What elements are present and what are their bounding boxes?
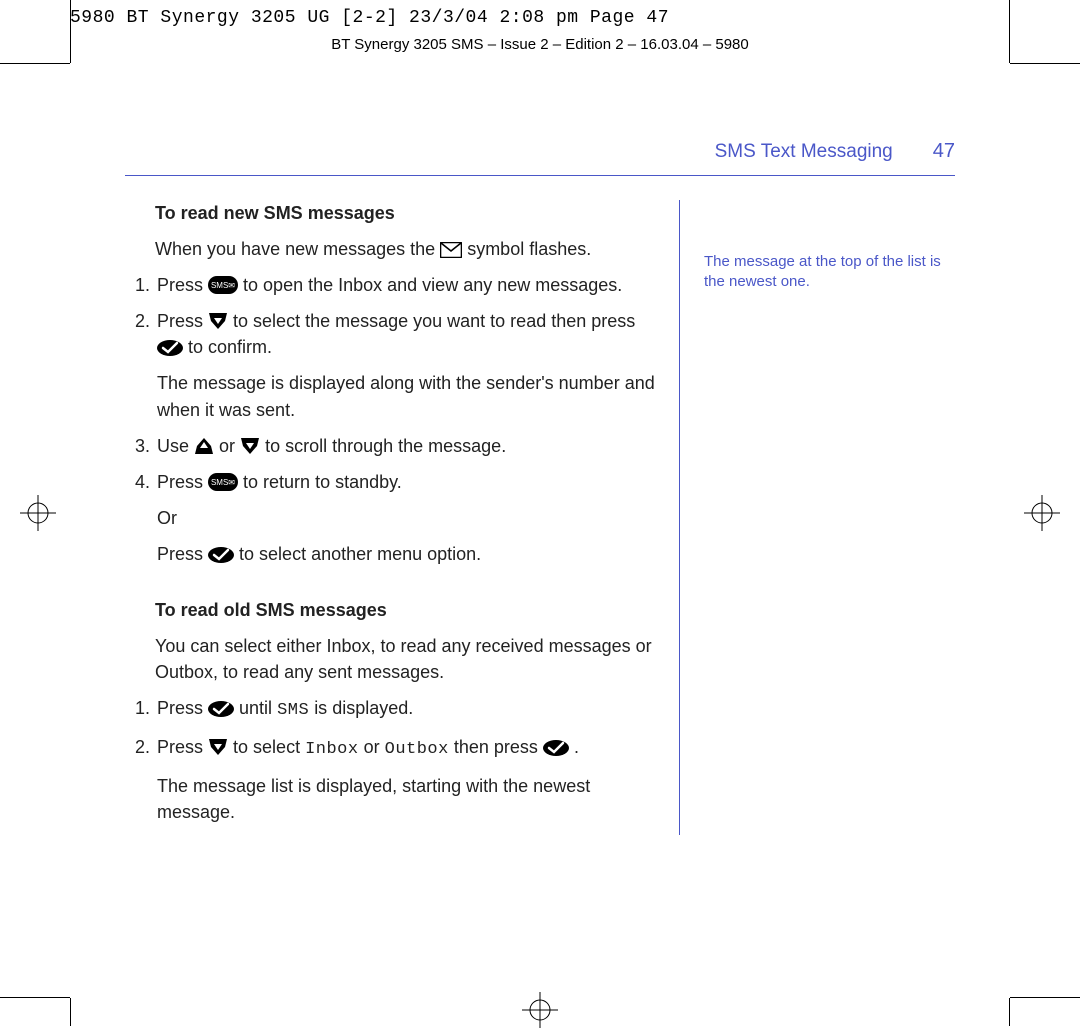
registration-mark-icon bbox=[20, 495, 56, 531]
registration-mark-icon bbox=[522, 992, 558, 1028]
tick-key-icon bbox=[208, 701, 234, 717]
text: . bbox=[574, 737, 579, 757]
step-item: Press to select the message you want to … bbox=[155, 308, 655, 422]
tick-key-icon bbox=[157, 340, 183, 356]
crop-mark bbox=[1010, 997, 1080, 998]
down-arrow-key-icon bbox=[240, 437, 260, 455]
crop-mark bbox=[1009, 0, 1010, 63]
crop-mark bbox=[1009, 998, 1010, 1026]
side-column: The message at the top of the list is th… bbox=[680, 200, 955, 835]
lcd-text: SMS bbox=[277, 701, 309, 720]
up-arrow-key-icon bbox=[194, 437, 214, 455]
text: to return to standby. bbox=[243, 472, 402, 492]
section-title: SMS Text Messaging bbox=[715, 141, 893, 163]
text: Press bbox=[157, 472, 208, 492]
svg-text:SMS✉: SMS✉ bbox=[211, 478, 235, 487]
text: Press bbox=[157, 737, 208, 757]
step-note: The message list is displayed, starting … bbox=[157, 773, 655, 825]
registration-mark-icon bbox=[1024, 495, 1060, 531]
intro-line: When you have new messages the symbol fl… bbox=[155, 236, 655, 262]
text: to select the message you want to read t… bbox=[233, 311, 635, 331]
heading-read-old: To read old SMS messages bbox=[155, 597, 655, 623]
text: When you have new messages the bbox=[155, 239, 440, 259]
running-head: BT Synergy 3205 SMS – Issue 2 – Edition … bbox=[0, 36, 1080, 53]
side-note: The message at the top of the list is th… bbox=[704, 252, 955, 293]
svg-text:SMS✉: SMS✉ bbox=[211, 281, 235, 290]
intro-line: You can select either Inbox, to read any… bbox=[155, 633, 655, 685]
text: or bbox=[364, 737, 385, 757]
text: or bbox=[219, 436, 240, 456]
envelope-icon bbox=[440, 242, 462, 258]
lcd-text: Inbox bbox=[305, 740, 359, 759]
crop-mark bbox=[1010, 63, 1080, 64]
text: until bbox=[239, 698, 277, 718]
prepress-slug: 5980 BT Synergy 3205 UG [2-2] 23/3/04 2:… bbox=[70, 8, 669, 28]
sms-key-icon: SMS✉ bbox=[208, 276, 238, 294]
text: to select bbox=[233, 737, 305, 757]
step-item: Press to select Inbox or Outbox then pre… bbox=[155, 734, 655, 825]
heading-read-new: To read new SMS messages bbox=[155, 200, 655, 226]
text: to confirm. bbox=[188, 337, 272, 357]
lcd-text: Outbox bbox=[385, 740, 449, 759]
step-item: Press SMS✉ to return to standby. Or Pres… bbox=[155, 469, 655, 567]
crop-mark bbox=[0, 997, 70, 998]
text: then press bbox=[454, 737, 543, 757]
text: Press bbox=[157, 544, 208, 564]
text: Press bbox=[157, 311, 208, 331]
crop-mark bbox=[70, 998, 71, 1026]
text: Press bbox=[157, 698, 208, 718]
main-column: To read new SMS messages When you have n… bbox=[125, 200, 680, 835]
step-item: Press SMS✉ to open the Inbox and view an… bbox=[155, 272, 655, 298]
text: Press bbox=[157, 275, 208, 295]
text: to open the Inbox and view any new messa… bbox=[243, 275, 622, 295]
down-arrow-key-icon bbox=[208, 738, 228, 756]
text: is displayed. bbox=[314, 698, 413, 718]
text: to select another menu option. bbox=[239, 544, 481, 564]
tick-key-icon bbox=[543, 740, 569, 756]
text-or: Or bbox=[157, 505, 655, 531]
sms-key-icon: SMS✉ bbox=[208, 473, 238, 491]
crop-mark bbox=[0, 63, 70, 64]
tick-key-icon bbox=[208, 547, 234, 563]
text: Use bbox=[157, 436, 194, 456]
text: to scroll through the message. bbox=[265, 436, 506, 456]
step-note: The message is displayed along with the … bbox=[157, 370, 655, 422]
text: symbol flashes. bbox=[467, 239, 591, 259]
step-item: Use or to scroll through the message. bbox=[155, 433, 655, 459]
step-item: Press until SMS is displayed. bbox=[155, 695, 655, 724]
down-arrow-key-icon bbox=[208, 312, 228, 330]
page-number: 47 bbox=[933, 140, 955, 163]
